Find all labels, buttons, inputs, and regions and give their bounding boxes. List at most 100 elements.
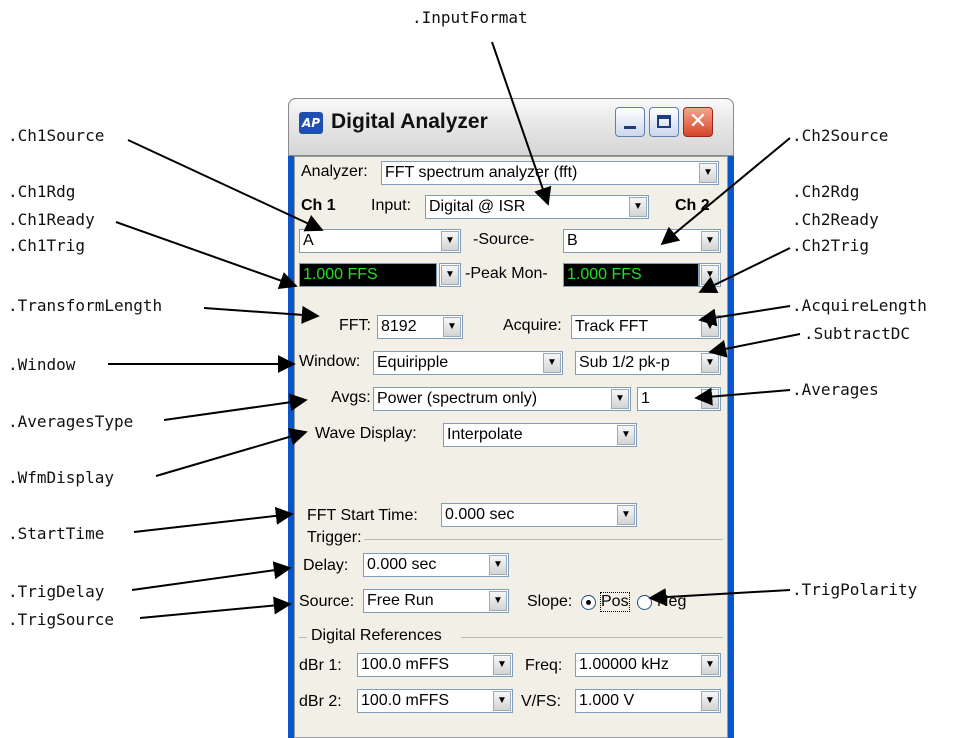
references-group-divider <box>461 637 723 638</box>
trig-delay-label: Delay: <box>303 557 349 574</box>
label-wfm-display: .WfmDisplay <box>8 468 114 487</box>
label-input-format: .InputFormat <box>412 8 528 27</box>
slope-pos-radio[interactable] <box>581 595 596 610</box>
wave-display-select[interactable]: Interpolate ▼ <box>443 423 637 447</box>
freq-value: 1.00000 kHz <box>579 656 669 673</box>
label-ch2-rdg: .Ch2Rdg <box>792 182 860 201</box>
vfs-select[interactable]: 1.000 V ▼ <box>575 689 721 713</box>
acquire-length-value: Track FFT <box>575 318 649 335</box>
references-group-divider-left <box>299 637 307 638</box>
label-trig-source: .TrigSource <box>8 610 114 629</box>
chevron-down-icon[interactable]: ▼ <box>701 691 719 711</box>
trig-delay-select[interactable]: 0.000 sec ▼ <box>363 553 509 577</box>
slope-neg-label[interactable]: Neg <box>657 593 686 611</box>
chevron-down-icon[interactable]: ▼ <box>701 655 719 675</box>
chevron-down-icon[interactable]: ▼ <box>701 231 719 251</box>
arrow-start-time <box>133 506 294 533</box>
ch1-source-select[interactable]: A ▼ <box>299 229 461 253</box>
averages-label: Avgs: <box>331 389 371 406</box>
label-ch2-ready: .Ch2Ready <box>792 210 879 229</box>
arrow-wfm-display <box>155 427 308 477</box>
ch2-source-value: B <box>567 232 578 249</box>
ch2-source-select[interactable]: B ▼ <box>563 229 721 253</box>
dbr1-value: 100.0 mFFS <box>361 656 450 673</box>
close-button[interactable]: ✕ <box>683 107 713 137</box>
label-subtract-dc: .SubtractDC <box>804 324 910 343</box>
label-ch2-trig: .Ch2Trig <box>792 236 870 255</box>
chevron-down-icon[interactable]: ▼ <box>629 197 647 217</box>
label-averages: .Averages <box>792 380 879 399</box>
transform-length-select[interactable]: 8192 ▼ <box>377 315 463 339</box>
maximize-button[interactable] <box>649 107 679 137</box>
label-transform-length: .TransformLength <box>8 296 163 315</box>
trigger-group-divider <box>351 539 723 540</box>
chevron-down-icon[interactable]: ▼ <box>611 389 629 409</box>
input-label: Input: <box>371 197 412 214</box>
window-select[interactable]: Equiripple ▼ <box>373 351 563 375</box>
chevron-down-icon[interactable]: ▼ <box>489 591 507 611</box>
ch2-trig-select[interactable]: ▼ <box>699 263 721 287</box>
chevron-down-icon[interactable]: ▼ <box>493 691 511 711</box>
chevron-down-icon[interactable]: ▼ <box>701 389 719 409</box>
chevron-down-icon[interactable]: ▼ <box>701 353 719 373</box>
analyzer-label: Analyzer: <box>301 163 368 180</box>
arrow-trig-delay <box>131 561 292 591</box>
slope-neg-radio[interactable] <box>637 595 652 610</box>
window-title: Digital Analyzer <box>331 110 488 133</box>
acquire-length-select[interactable]: Track FFT ▼ <box>571 315 721 339</box>
analyzer-value: FFT spectrum analyzer (fft) <box>385 164 578 181</box>
slope-pos-label[interactable]: Pos <box>600 592 630 612</box>
wave-display-value: Interpolate <box>447 426 523 443</box>
trigger-group-label: Trigger: <box>305 529 364 547</box>
chevron-down-icon[interactable]: ▼ <box>701 265 719 285</box>
ch2-reading-display: 1.000 FFS <box>563 263 699 287</box>
averages-count-value: 1 <box>641 390 650 407</box>
subtract-dc-value: Sub 1/2 pk-p <box>579 354 670 371</box>
start-time-label: FFT Start Time: <box>307 507 418 524</box>
dbr2-select[interactable]: 100.0 mFFS ▼ <box>357 689 513 713</box>
label-acquire-length: .AcquireLength <box>792 296 927 315</box>
averages-type-select[interactable]: Power (spectrum only) ▼ <box>373 387 631 411</box>
start-time-value: 0.000 sec <box>445 506 515 523</box>
trig-source-select[interactable]: Free Run ▼ <box>363 589 509 613</box>
label-ch1-source: .Ch1Source <box>8 126 105 145</box>
chevron-down-icon[interactable]: ▼ <box>443 317 461 337</box>
chevron-down-icon[interactable]: ▼ <box>543 353 561 373</box>
chevron-down-icon[interactable]: ▼ <box>441 265 459 285</box>
input-format-select[interactable]: Digital @ ISR ▼ <box>425 195 649 219</box>
chevron-down-icon[interactable]: ▼ <box>441 231 459 251</box>
freq-select[interactable]: 1.00000 kHz ▼ <box>575 653 721 677</box>
averages-type-value: Power (spectrum only) <box>377 390 538 407</box>
ch1-trig-select[interactable]: ▼ <box>439 263 461 287</box>
label-trig-delay: .TrigDelay <box>8 582 105 601</box>
start-time-select[interactable]: 0.000 sec ▼ <box>441 503 637 527</box>
label-start-time: .StartTime <box>8 524 105 543</box>
arrow-ch1-trig <box>115 221 298 290</box>
transform-length-value: 8192 <box>381 318 417 335</box>
dbr1-select[interactable]: 100.0 mFFS ▼ <box>357 653 513 677</box>
subtract-dc-select[interactable]: Sub 1/2 pk-p ▼ <box>575 351 721 375</box>
minimize-button[interactable] <box>615 107 645 137</box>
chevron-down-icon[interactable]: ▼ <box>617 505 635 525</box>
vfs-label: V/FS: <box>521 693 562 710</box>
averages-count-select[interactable]: 1 ▼ <box>637 387 721 411</box>
label-trig-polarity: .TrigPolarity <box>792 580 918 599</box>
chevron-down-icon[interactable]: ▼ <box>493 655 511 675</box>
trig-source-label: Source: <box>299 593 355 610</box>
close-icon: ✕ <box>688 109 708 134</box>
input-format-value: Digital @ ISR <box>429 198 526 215</box>
chevron-down-icon[interactable]: ▼ <box>701 317 719 337</box>
chevron-down-icon[interactable]: ▼ <box>617 425 635 445</box>
analyzer-panel: Analyzer: FFT spectrum analyzer (fft) ▼ … <box>294 156 728 738</box>
trig-source-value: Free Run <box>367 592 434 609</box>
dbr1-label: dBr 1: <box>299 657 342 674</box>
title-bar[interactable]: AP Digital Analyzer ✕ <box>288 98 734 156</box>
ch1-source-value: A <box>303 232 314 249</box>
chevron-down-icon[interactable]: ▼ <box>489 555 507 575</box>
references-group-label: Digital References <box>309 627 444 645</box>
arrow-averages-type <box>163 393 308 421</box>
ch1-heading: Ch 1 <box>301 197 336 214</box>
analyzer-select[interactable]: FFT spectrum analyzer (fft) ▼ <box>381 161 719 185</box>
window-value: Equiripple <box>377 354 449 371</box>
chevron-down-icon[interactable]: ▼ <box>699 163 717 183</box>
